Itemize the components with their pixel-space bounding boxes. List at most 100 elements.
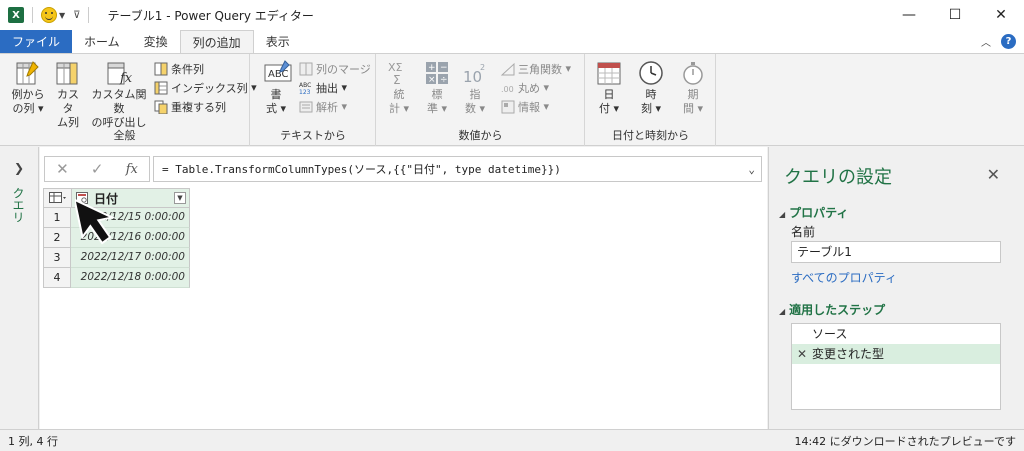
step-item[interactable]: ソース	[792, 324, 1000, 344]
merge-columns-button[interactable]: 列のマージ	[299, 60, 371, 77]
cancel-formula-icon[interactable]: ✕	[56, 160, 69, 178]
conditional-column-label: 条件列	[171, 62, 204, 76]
tab-file[interactable]: ファイル	[0, 30, 73, 53]
tab-home[interactable]: ホーム	[72, 30, 132, 53]
formula-text: = Table.TransformColumnTypes(ソース,{{"日付",…	[162, 163, 561, 176]
status-row-column-count: 1 列, 4 行	[8, 434, 58, 448]
ribbon: 例から の列 ▾ カスタ ム列 fx カスタム関数 の呼び出し 条件列 インデッ…	[0, 53, 1024, 146]
statistics-label-2: 計	[388, 102, 400, 115]
feedback-smiley-icon[interactable]	[41, 7, 57, 23]
trigonometry-button[interactable]: 三角関数 ▾	[500, 60, 571, 77]
statistics-label-row: 計 ▾	[388, 102, 410, 115]
calendar-icon	[596, 60, 622, 86]
date-button[interactable]: 日 付 ▾	[592, 60, 626, 116]
column-from-examples-button[interactable]: 例から の列 ▾	[8, 60, 48, 116]
standard-operations-icon: + − × ÷	[424, 60, 450, 86]
parse-button[interactable]: 解析 ▾	[299, 98, 347, 115]
svg-text:ABC: ABC	[299, 82, 311, 89]
invoke-custom-function-button[interactable]: fx カスタム関数 の呼び出し	[88, 60, 150, 130]
duplicate-column-button[interactable]: 重複する列	[154, 98, 226, 115]
cell-value[interactable]: 2022/12/18 0:00:00	[71, 268, 190, 288]
duration-button[interactable]: 期 間 ▾	[676, 60, 710, 116]
format-label-1: 書	[270, 88, 282, 101]
rounding-label: 丸め	[518, 81, 540, 95]
tab-view[interactable]: 表示	[254, 30, 302, 53]
time-label-1: 時	[645, 88, 657, 101]
standard-button[interactable]: + − × ÷ 標 準 ▾	[421, 60, 453, 116]
collapse-triangle-icon: ◢	[779, 210, 786, 219]
rounding-button[interactable]: .00 丸め ▾	[501, 79, 549, 96]
smiley-dropdown-icon[interactable]: ▼	[59, 11, 65, 20]
svg-text:×: ×	[428, 75, 436, 85]
tab-add-column[interactable]: 列の追加	[179, 30, 254, 53]
step-item-selected[interactable]: ✕ 変更された型	[792, 344, 1000, 364]
customize-quick-access-icon[interactable]: ⊽	[73, 10, 80, 21]
statistics-button[interactable]: XΣ Σ 統 計 ▾	[383, 60, 415, 116]
statistics-label-1: 統	[393, 88, 405, 101]
information-button[interactable]: 情報 ▾	[501, 98, 549, 115]
scientific-label-row: 数 ▾	[464, 102, 486, 115]
svg-text:2: 2	[480, 63, 485, 72]
applied-steps-section-header[interactable]: ◢ 適用したステップ	[779, 301, 885, 318]
standard-label-1: 標	[431, 88, 443, 101]
expand-formula-icon[interactable]: ⌄	[748, 163, 755, 176]
group-text: ABC 書 式 ▾ 列のマージ ABC 123 抽出 ▾ 解析 ▾ テキストから	[251, 54, 376, 146]
properties-section-header[interactable]: ◢ プロパティ	[779, 204, 848, 221]
clock-icon	[638, 60, 664, 86]
close-pane-icon[interactable]: ✕	[987, 165, 1000, 184]
group-datetime-label: 日付と時刻から	[612, 129, 689, 142]
title-bar: X ▼ ⊽ テーブル1 - Power Query エディター — ☐ ✕	[0, 0, 1024, 30]
maximize-button[interactable]: ☐	[932, 0, 978, 30]
fx-icon[interactable]: fx	[126, 162, 138, 177]
svg-text:−: −	[440, 63, 448, 73]
standard-label-2: 準	[426, 102, 438, 115]
close-button[interactable]: ✕	[978, 0, 1024, 30]
merge-columns-icon	[299, 62, 313, 76]
separator	[88, 7, 90, 23]
column-filter-dropdown-icon[interactable]: ▼	[174, 192, 186, 204]
extract-label: 抽出	[316, 81, 338, 95]
tab-transform[interactable]: 変換	[132, 30, 180, 53]
data-preview-area: ✕ ✓ fx = Table.TransformColumnTypes(ソース,…	[40, 147, 767, 429]
invoke-function-label-1: カスタム関数	[91, 88, 147, 115]
formula-buttons: ✕ ✓ fx	[44, 156, 150, 182]
trigonometry-label: 三角関数	[518, 62, 562, 76]
expand-queries-icon[interactable]: ❯	[14, 161, 24, 175]
formula-input[interactable]: = Table.TransformColumnTypes(ソース,{{"日付",…	[153, 156, 762, 182]
column-from-examples-label-1: 例から	[11, 88, 45, 101]
index-column-button[interactable]: インデックス列 ▾	[154, 79, 257, 96]
column-from-examples-label-2: の列	[12, 102, 35, 115]
scientific-button[interactable]: 10 2 指 数 ▾	[459, 60, 491, 116]
help-icon[interactable]: ?	[1001, 34, 1016, 49]
status-preview-time: 14:42 にダウンロードされたプレビューです	[794, 434, 1016, 448]
custom-column-label-1: カスタ	[57, 88, 79, 115]
svg-text:÷: ÷	[440, 75, 448, 85]
statistics-icon: XΣ Σ	[386, 60, 412, 87]
query-name-input[interactable]: テーブル1	[791, 241, 1001, 263]
svg-text:123: 123	[299, 89, 311, 95]
delete-step-icon[interactable]: ✕	[797, 344, 807, 364]
scientific-icon: 10 2	[462, 60, 488, 86]
table-menu-icon[interactable]	[44, 189, 72, 207]
time-button[interactable]: 時 刻 ▾	[634, 60, 668, 116]
column-from-examples-label-row: の列 ▾	[12, 102, 44, 115]
rounding-icon: .00	[501, 81, 515, 95]
query-settings-pane: クエリの設定 ✕ ◢ プロパティ 名前 テーブル1 すべてのプロパティ ◢ 適用した…	[768, 147, 1024, 429]
date-label-2: 付	[598, 102, 610, 115]
conditional-column-button[interactable]: 条件列	[154, 60, 204, 77]
custom-column-button[interactable]: カスタ ム列	[52, 60, 84, 130]
extract-button[interactable]: ABC 123 抽出 ▾	[299, 79, 347, 96]
duration-label-row: 間 ▾	[682, 102, 704, 115]
collapse-ribbon-icon[interactable]: ︿	[981, 34, 991, 49]
group-text-label: テキストから	[280, 129, 346, 142]
svg-text:ABC: ABC	[268, 69, 289, 80]
format-button[interactable]: ABC 書 式 ▾	[259, 60, 293, 116]
queries-pane-label[interactable]: クエリ	[10, 187, 27, 223]
all-properties-link[interactable]: すべてのプロパティ	[791, 269, 897, 286]
group-general-label: 全般	[113, 129, 136, 142]
trigonometry-icon	[500, 62, 515, 76]
commit-formula-icon[interactable]: ✓	[91, 160, 104, 178]
queries-pane-collapsed[interactable]: ❯ クエリ	[0, 147, 39, 429]
duration-label-2: 間	[682, 102, 694, 115]
minimize-button[interactable]: —	[886, 0, 932, 30]
